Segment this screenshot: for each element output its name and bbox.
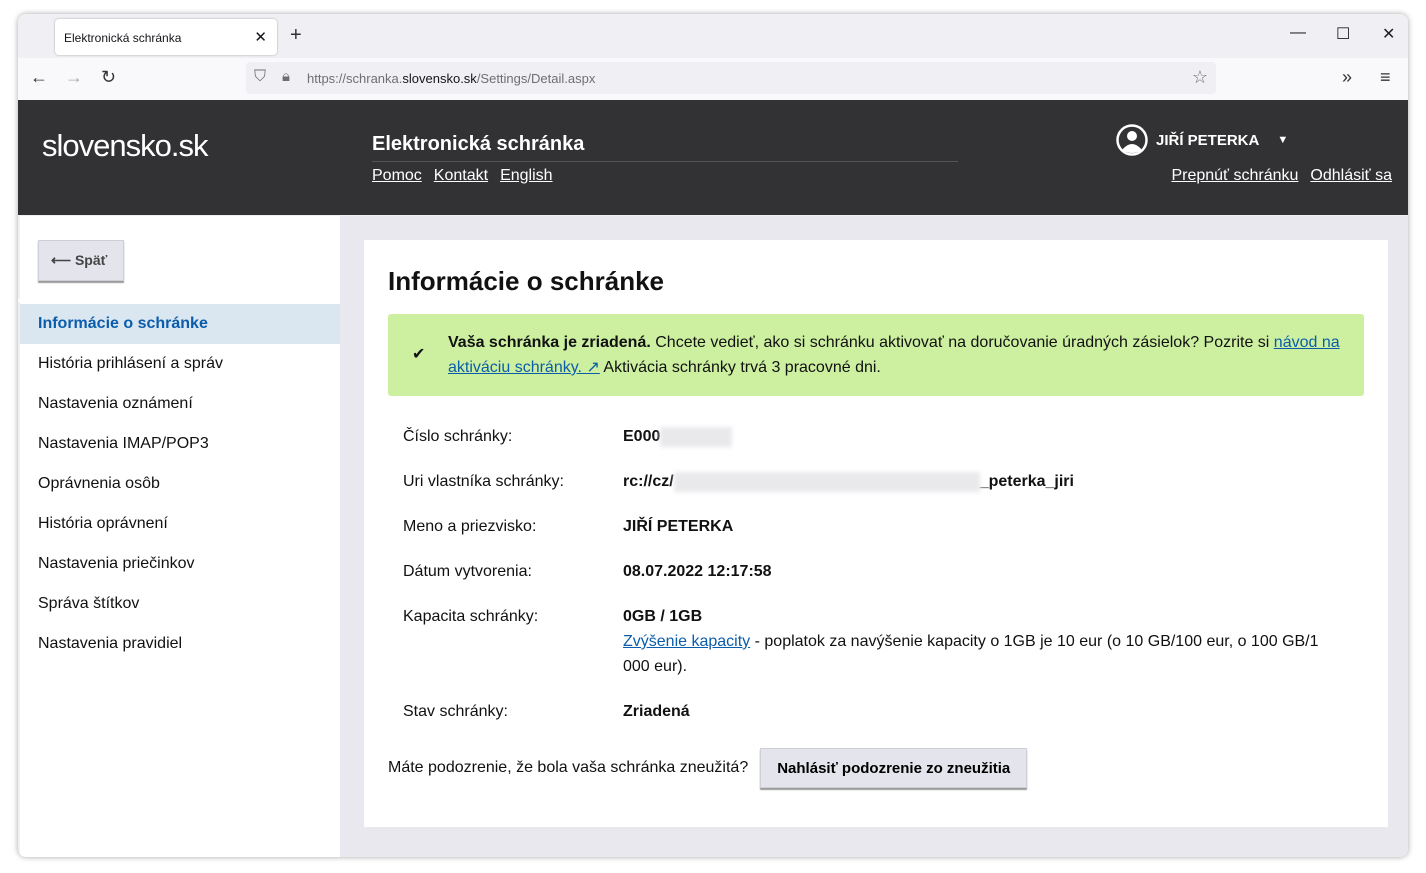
url-domain: slovensko.sk bbox=[402, 71, 477, 86]
overflow-chevrons-icon[interactable]: » bbox=[1342, 67, 1352, 88]
sidebar-item-notifications[interactable]: Nastavenia oznámení bbox=[20, 384, 340, 424]
sidebar-item-permissions[interactable]: Oprávnenia osôb bbox=[20, 464, 340, 504]
back-arrow-icon[interactable]: ← bbox=[30, 67, 48, 88]
url-path: /Settings/Detail.aspx bbox=[476, 71, 596, 86]
checkmark-icon: ✔ bbox=[412, 346, 426, 363]
site-header: slovensko.sk Elektronická schránka Pomoc… bbox=[18, 100, 1408, 302]
redacted bbox=[660, 426, 733, 447]
sidebar-item-labels[interactable]: Správa štítkov bbox=[20, 584, 340, 624]
lock-icon[interactable]: 🔒︎ bbox=[282, 68, 290, 85]
new-tab-icon[interactable]: + bbox=[290, 24, 302, 47]
info-table: Číslo schránky: E000 Uri vlastníka schrán… bbox=[403, 424, 1343, 744]
alert-text: Chcete vedieť, ako si schránku aktivovať… bbox=[650, 334, 1274, 351]
owner-uri-suffix: _peterka_jiri bbox=[979, 473, 1074, 490]
field-row: Číslo schránky: E000 bbox=[403, 424, 1343, 449]
user-menu[interactable]: JIŘÍ PETERKA ▼ bbox=[1116, 124, 1288, 156]
sidebar-item-folders[interactable]: Nastavenia priečinkov bbox=[20, 544, 340, 584]
field-label: Kapacita schránky: bbox=[403, 608, 539, 625]
field-row: Kapacita schránky: 0GB / 1GB Zvýšenie kapa… bbox=[403, 604, 1343, 679]
site-logo[interactable]: slovensko.sk bbox=[42, 128, 208, 164]
mailbox-status: Zriadená bbox=[623, 703, 690, 720]
field-row: Uri vlastníka schránky: rc://cz/ _peterka_… bbox=[403, 469, 1343, 494]
main-area: Informácie o schránke ✔ Vaša schránka je… bbox=[340, 216, 1408, 857]
forward-arrow-icon[interactable]: → bbox=[65, 67, 83, 88]
field-row: Dátum vytvorenia: 08.07.2022 12:17:58 bbox=[403, 559, 1343, 584]
url-prefix: https://schranka. bbox=[307, 71, 403, 86]
divider bbox=[372, 161, 958, 162]
alert-bold: Vaša schránka je zriadená. bbox=[448, 334, 651, 351]
shield-icon[interactable]: ⛉ bbox=[254, 68, 266, 86]
field-label: Číslo schránky: bbox=[403, 428, 513, 445]
user-avatar-icon bbox=[1116, 124, 1148, 156]
tab-title: Elektronická schránka bbox=[64, 31, 182, 45]
increase-capacity-link[interactable]: Zvýšenie kapacity bbox=[623, 633, 750, 650]
close-window-icon[interactable]: ✕ bbox=[1382, 24, 1395, 44]
browser-window: Elektronická schránka ✕ + — ☐ ✕ ← → ↻ ⛉ 🔒… bbox=[18, 14, 1408, 857]
maximize-icon[interactable]: ☐ bbox=[1336, 24, 1350, 44]
caret-down-icon: ▼ bbox=[1277, 134, 1289, 146]
back-button[interactable]: ⟵ Späť bbox=[38, 240, 124, 281]
capacity-value: 0GB / 1GB bbox=[623, 608, 703, 625]
page-title: Informácie o schránke bbox=[388, 266, 664, 296]
tab-bar: Elektronická schránka ✕ + — ☐ ✕ bbox=[18, 14, 1408, 58]
field-row: Stav schránky: Zriadená bbox=[403, 699, 1343, 724]
sidebar-item-rules[interactable]: Nastavenia pravidiel bbox=[20, 624, 340, 664]
browser-tab[interactable]: Elektronická schránka ✕ bbox=[55, 19, 277, 55]
content-card: Informácie o schránke ✔ Vaša schránka je… bbox=[364, 240, 1388, 827]
sidebar-item-login-history[interactable]: História prihlásení a správ bbox=[20, 344, 340, 384]
report-question: Máte podozrenie, že bola vaša schránka z… bbox=[388, 759, 749, 776]
external-link-icon: ↗ bbox=[586, 359, 600, 376]
logout-link[interactable]: Odhlásiť sa bbox=[1310, 167, 1392, 184]
switch-mailbox-link[interactable]: Prepnúť schránku bbox=[1171, 167, 1298, 184]
app-title: Elektronická schránka bbox=[372, 133, 585, 155]
link-english[interactable]: English bbox=[500, 167, 552, 184]
report-misuse-button[interactable]: Nahlásiť podozrenie zo zneužitia bbox=[760, 748, 1028, 788]
menu-icon[interactable]: ≡ bbox=[1380, 67, 1391, 88]
success-alert: ✔ Vaša schránka je zriadená. Chcete vedi… bbox=[388, 314, 1364, 396]
owner-name: JIŘÍ PETERKA bbox=[623, 518, 734, 535]
sidebar-item-permission-history[interactable]: História oprávnení bbox=[20, 504, 340, 544]
mailbox-number: E000 bbox=[623, 428, 661, 445]
link-pomoc[interactable]: Pomoc bbox=[372, 167, 422, 184]
back-label: Späť bbox=[74, 252, 108, 268]
link-kontakt[interactable]: Kontakt bbox=[434, 167, 488, 184]
sidebar-item-info[interactable]: Informácie o schránke bbox=[20, 304, 340, 344]
nav-bar: ← → ↻ ⛉ 🔒︎ https://schranka.slovensko.sk… bbox=[18, 58, 1408, 100]
reload-icon[interactable]: ↻ bbox=[101, 67, 116, 88]
address-bar[interactable]: ⛉ 🔒︎ https://schranka.slovensko.sk/Setti… bbox=[246, 62, 1216, 94]
created-date: 08.07.2022 12:17:58 bbox=[623, 563, 772, 580]
field-label: Meno a priezvisko: bbox=[403, 518, 537, 535]
field-label: Uri vlastníka schránky: bbox=[403, 473, 564, 490]
alert-after: Aktivácia schránky trvá 3 pracovné dni. bbox=[599, 359, 881, 376]
minimize-icon[interactable]: — bbox=[1290, 24, 1306, 42]
arrow-left-icon: ⟵ bbox=[51, 252, 75, 268]
redacted bbox=[673, 471, 980, 492]
sidebar-item-imap[interactable]: Nastavenia IMAP/POP3 bbox=[20, 424, 340, 464]
field-label: Stav schránky: bbox=[403, 703, 508, 720]
sidebar: ⟵ Späť Informácie o schránke História pr… bbox=[20, 216, 340, 857]
owner-uri: rc://cz/ bbox=[623, 473, 674, 490]
field-label: Dátum vytvorenia: bbox=[403, 563, 532, 580]
close-tab-icon[interactable]: ✕ bbox=[254, 28, 267, 46]
field-row: Meno a priezvisko: JIŘÍ PETERKA bbox=[403, 514, 1343, 539]
bookmark-star-icon[interactable]: ☆ bbox=[1192, 67, 1208, 88]
user-name: JIŘÍ PETERKA bbox=[1156, 131, 1260, 149]
